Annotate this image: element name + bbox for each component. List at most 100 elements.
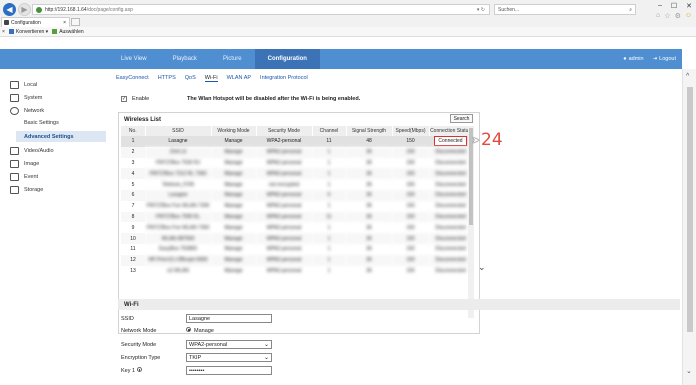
logout-button[interactable]: ⇥ Logout [653,56,676,62]
table-row[interactable]: 9 FRITZ!Box Fon WLAN 7360 Manage WPA2-perso… [121,222,472,233]
convert-icon [8,28,14,34]
sidebar-label: Storage [24,187,44,193]
tab-easyconnect[interactable]: EasyConnect [116,75,149,82]
cell-channel: 1 [312,146,346,158]
cell-status: Connected [429,136,472,147]
tab-wifi[interactable]: Wi-Fi [204,75,218,82]
cell-ssid: o2-WLAN [167,267,189,274]
cell-speed: 150 [406,267,415,274]
wireless-list-title: Wireless List [124,117,161,123]
sidebar-item-event[interactable]: Event [10,173,38,181]
browser-toolbar: ◀ ▶ http://192.168.1.64 /doc/page/config… [0,0,696,28]
tab-integration-protocol[interactable]: Integration Protocol [260,75,308,82]
back-button[interactable]: ◀ [3,3,16,16]
cell-signal: 36 [366,267,372,274]
search-button[interactable]: Search [450,114,473,123]
nav-playback[interactable]: Playback [160,49,210,69]
col-ssid: SSID [145,126,212,136]
encryption-select[interactable]: TKIP ⌄ [186,353,272,362]
table-row[interactable]: 10 WLAN-987560 Manage WPA2-personal 1 36 150 Di… [121,233,472,244]
new-tab-button[interactable] [71,18,80,26]
cell-ssid: Zimt Lit [145,146,211,158]
cell-working-mode: Manage [224,181,243,188]
convert-label: Konvertieren [15,28,45,35]
enable-checkbox[interactable]: ✓ [121,96,127,102]
cell-working-mode: Manage [211,146,256,158]
cell-channel: 1 [327,181,331,188]
table-row[interactable]: 13 o2-WLAN Manage WPA2-personal 1 36 150 Discon… [121,266,472,277]
convert-button[interactable]: Konvertieren ▾ [8,28,48,35]
table-row[interactable]: 6 Lasagne Manage WPA2-personal 6 36 150 Disconn… [121,189,472,201]
cell-security-mode: not encrypted [268,181,300,188]
key-input[interactable]: •••••••• [186,366,272,375]
maximize-icon[interactable]: ☐ [671,2,677,10]
cell-status: Disconnected [429,233,472,244]
table-row[interactable]: 8 FRITZ!Box 7590 KL Manage WPA2-personal 11 3… [121,211,472,223]
security-mode-select[interactable]: WPA2-personal ⌄ [186,340,272,349]
network-mode-radio[interactable]: Manage [186,327,214,334]
chevron-up-icon[interactable]: ^ [686,73,689,80]
sidebar-sub-basic-settings[interactable]: Basic Settings [24,120,59,126]
nav-configuration[interactable]: Configuration [254,49,320,69]
table-row[interactable]: 3 FRITZ!Box 7530 RJ Manage WPA2-personal 1 36… [121,158,472,169]
sidebar-sub-advanced-settings[interactable]: Advanced Settings [16,131,106,142]
cell-speed: 150 [406,246,415,253]
browser-tab[interactable]: Configuration × [1,17,70,27]
chevron-down-icon[interactable]: ⌄ [686,367,692,375]
minimize-icon[interactable]: – [658,2,662,10]
cell-working-mode: Manage [224,203,243,210]
table-scrollbar[interactable]: ⌄ [468,126,486,318]
close-window-icon[interactable]: ✕ [686,2,692,10]
address-bar[interactable]: http://192.168.1.64 /doc/page/config.asp… [32,4,490,15]
cell-speed: 150 [392,168,429,180]
key-radio[interactable] [136,367,142,372]
page-scrollbar[interactable]: ^ ⌄ [682,69,696,385]
chevron-down-icon[interactable]: ⌄ [478,262,486,273]
table-row[interactable]: 11 EasyBox-763860 Manage WPA2-personal 1 36 15… [121,244,472,255]
gear-icon[interactable]: ⚙ [675,12,681,20]
nav-picture[interactable]: Picture [210,49,255,69]
cell-channel: 1 [312,233,346,244]
tab-qos[interactable]: QoS [185,75,196,82]
table-row[interactable]: 12 HP-Print-E1-Officejet 6600 Manage WPA2-p… [121,254,472,266]
forward-button[interactable]: ▶ [18,3,31,16]
main-content: EasyConnect HTTPS QoS Wi-Fi WLAN AP Inte… [108,69,682,385]
smiley-icon[interactable]: ☺ [685,12,692,20]
select-button[interactable]: Auswählen [52,29,84,35]
table-row[interactable]: 2 Zimt Lit Manage WPA2-personal 1 36 150 Discon… [121,146,472,158]
nav-live-view[interactable]: Live View [108,49,160,69]
tab-wlan-ap[interactable]: WLAN AP [227,75,251,82]
system-icon [10,94,19,102]
table-row[interactable]: 5 Telekom_FON Manage not encrypted 1 36 150 Dis… [121,179,472,190]
search-icon[interactable]: ⌕ [629,7,632,13]
close-icon[interactable]: × [2,29,5,35]
cell-channel: 1 [312,254,346,266]
table-row[interactable]: 7 FRITZ!Box Fon WLAN 7390 Manage WPA2-perso… [121,201,472,212]
close-tab-icon[interactable]: × [63,20,66,26]
connected-status[interactable]: Connected [434,136,467,147]
sidebar-item-system[interactable]: System [10,94,42,102]
cell-signal: 36 [366,159,372,166]
refresh-icon[interactable]: ▾ ↻ [477,7,485,13]
sidebar-item-network[interactable]: Network [10,107,44,115]
window-controls: – ☐ ✕ [658,2,692,10]
page-scroll-thumb[interactable] [687,87,693,332]
key-row: Key 1 •••••••• [121,366,272,375]
cell-no: 12 [121,254,145,266]
sidebar-item-local[interactable]: Local [10,81,37,89]
ssid-input[interactable]: Lasagne [186,314,272,323]
sidebar-item-image[interactable]: Image [10,160,39,168]
home-icon[interactable]: ⌂ [656,12,660,20]
sidebar-item-storage[interactable]: Storage [10,186,43,194]
table-row[interactable]: 4 FRITZ!Box 7312 RL 7360 Manage WPA2-person… [121,168,472,180]
cell-no: 11 [130,246,136,253]
tab-https[interactable]: HTTPS [158,75,176,82]
col-signal: Signal Strength [346,126,393,136]
user-menu[interactable]: ● admin [623,56,643,62]
cell-ssid: Lasagne [145,136,211,147]
cell-signal: 36 [346,146,392,158]
star-icon[interactable]: ☆ [664,12,670,20]
browser-search-input[interactable]: Suchen... ⌕ [494,4,636,15]
table-row[interactable]: 1 Lasagne Manage WPA2-personal 11 48 150… [121,136,472,147]
sidebar-item-video-audio[interactable]: Video/Audio [10,147,54,155]
